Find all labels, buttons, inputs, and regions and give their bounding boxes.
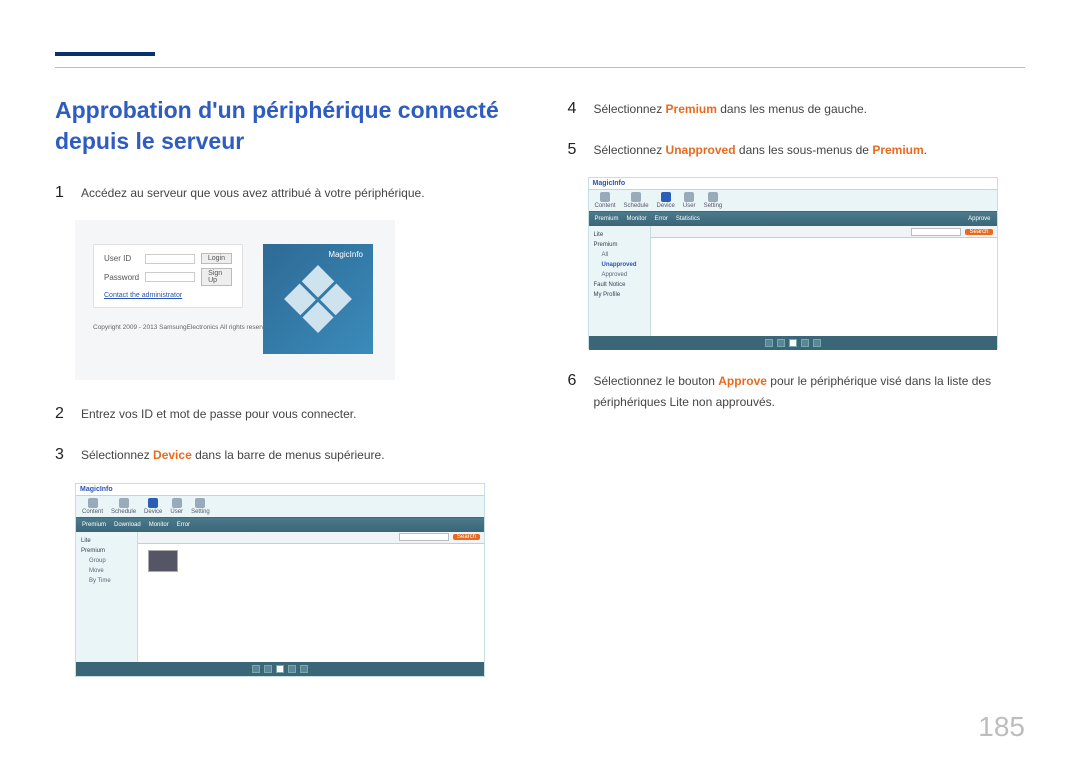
app-tabs: Content Schedule Device User Setting — [76, 496, 484, 518]
pager-last-icon[interactable] — [813, 339, 821, 347]
step-2: 2 Entrez vos ID et mot de passe pour vou… — [55, 400, 513, 427]
step-text: Sélectionnez Device dans la barre de men… — [81, 445, 385, 465]
pager-current — [276, 665, 284, 673]
page-title: Approbation d'un périphérique connecté d… — [55, 95, 513, 157]
step-number: 6 — [568, 367, 580, 394]
pager-prev-icon[interactable] — [264, 665, 272, 673]
sidebar-item-fault[interactable]: Fault Notice — [592, 280, 647, 290]
step-number: 2 — [55, 400, 67, 427]
step-number: 3 — [55, 441, 67, 468]
pager-next-icon[interactable] — [801, 339, 809, 347]
step-text: Sélectionnez Premium dans les menus de g… — [594, 99, 868, 119]
keyword-approve: Approve — [718, 374, 767, 388]
step-text: Accédez au serveur que vous avez attribu… — [81, 183, 425, 203]
step-4: 4 Sélectionnez Premium dans les menus de… — [568, 95, 1026, 122]
right-column: 4 Sélectionnez Premium dans les menus de… — [568, 95, 1026, 695]
app-sidebar: Lite Premium Group Move By Time — [76, 532, 138, 662]
step-1: 1 Accédez au serveur que vous avez attri… — [55, 179, 513, 206]
keyword-device: Device — [153, 448, 192, 462]
sidebar-item-lite[interactable]: Lite — [592, 230, 647, 240]
left-column: Approbation d'un périphérique connecté d… — [55, 95, 513, 695]
brand-name: MagicInfo — [328, 250, 363, 259]
step-text: Sélectionnez le bouton Approve pour le p… — [594, 371, 1026, 412]
pager-current — [789, 339, 797, 347]
step-number: 4 — [568, 95, 580, 122]
app-pager — [76, 662, 484, 676]
sidebar-item[interactable]: Move — [79, 566, 134, 576]
tab-setting[interactable]: Setting — [191, 498, 210, 515]
app-toolbar: Search — [651, 226, 997, 238]
user-id-label: User ID — [104, 254, 139, 263]
diamond-icon — [284, 265, 352, 333]
page-number: 185 — [978, 711, 1025, 743]
tab-content[interactable]: Content — [82, 498, 103, 515]
app-main: Search — [651, 226, 997, 336]
sidebar-item[interactable]: Group — [79, 556, 134, 566]
header-rule — [55, 67, 1025, 68]
user-id-input[interactable] — [145, 254, 195, 264]
tab-device[interactable]: Device — [144, 498, 162, 515]
step-6: 6 Sélectionnez le bouton Approve pour le… — [568, 367, 1026, 412]
brand-tile: MagicInfo — [263, 244, 373, 354]
header-accent — [55, 52, 155, 56]
search-button[interactable]: Search — [453, 534, 480, 540]
keyword-premium-2: Premium — [872, 143, 923, 157]
step-text: Entrez vos ID et mot de passe pour vous … — [81, 404, 356, 424]
step-text: Sélectionnez Unapproved dans les sous-me… — [594, 140, 928, 160]
sidebar-item-premium[interactable]: Premium — [592, 240, 647, 250]
tab-schedule[interactable]: Schedule — [111, 498, 136, 515]
tab-content[interactable]: Content — [595, 192, 616, 209]
pager-prev-icon[interactable] — [777, 339, 785, 347]
app-main: Search — [138, 532, 484, 662]
pager-next-icon[interactable] — [288, 665, 296, 673]
search-input[interactable] — [399, 533, 449, 541]
device-screenshot: MagicInfo Content Schedule Device User S… — [75, 483, 485, 677]
sidebar-item[interactable]: Premium — [79, 546, 134, 556]
login-panel: User ID Login Password Sign Up Contact t… — [93, 244, 243, 308]
sidebar-item-approved[interactable]: Approved — [592, 270, 647, 280]
pager-first-icon[interactable] — [252, 665, 260, 673]
sidebar-item-profile[interactable]: My Profile — [592, 290, 647, 300]
pager-first-icon[interactable] — [765, 339, 773, 347]
app-toolbar: Search — [138, 532, 484, 544]
password-label: Password — [104, 273, 139, 282]
sidebar-item-unapproved[interactable]: Unapproved — [592, 260, 647, 270]
sidebar-item[interactable]: Lite — [79, 536, 134, 546]
step-3: 3 Sélectionnez Device dans la barre de m… — [55, 441, 513, 468]
login-screenshot: User ID Login Password Sign Up Contact t… — [75, 220, 395, 380]
app-pager — [589, 336, 997, 350]
tab-device[interactable]: Device — [657, 192, 675, 209]
sidebar-item-all[interactable]: All — [592, 250, 647, 260]
app-subheader: Premium Monitor Error Statistics Approve — [589, 212, 997, 226]
step-number: 5 — [568, 136, 580, 163]
tab-setting[interactable]: Setting — [704, 192, 723, 209]
step-number: 1 — [55, 179, 67, 206]
app-brand: MagicInfo — [589, 178, 997, 190]
search-button[interactable]: Search — [965, 229, 992, 235]
app-brand: MagicInfo — [76, 484, 484, 496]
app-tabs: Content Schedule Device User Setting — [589, 190, 997, 212]
content-columns: Approbation d'un périphérique connecté d… — [55, 95, 1025, 695]
sidebar-item[interactable]: By Time — [79, 576, 134, 586]
app-sidebar: Lite Premium All Unapproved Approved Fau… — [589, 226, 651, 336]
keyword-premium: Premium — [666, 102, 717, 116]
app-subheader: Premium Download Monitor Error — [76, 518, 484, 532]
keyword-unapproved: Unapproved — [666, 143, 736, 157]
tab-user[interactable]: User — [683, 192, 696, 209]
login-button[interactable]: Login — [201, 253, 232, 264]
tab-user[interactable]: User — [170, 498, 183, 515]
unapproved-screenshot: MagicInfo Content Schedule Device User S… — [588, 177, 998, 349]
search-input[interactable] — [911, 228, 961, 236]
contact-admin-link[interactable]: Contact the administrator — [104, 292, 232, 299]
device-thumbnail[interactable] — [148, 550, 178, 572]
pager-last-icon[interactable] — [300, 665, 308, 673]
tab-schedule[interactable]: Schedule — [624, 192, 649, 209]
step-5: 5 Sélectionnez Unapproved dans les sous-… — [568, 136, 1026, 163]
password-input[interactable] — [145, 272, 195, 282]
signup-button[interactable]: Sign Up — [201, 268, 232, 286]
